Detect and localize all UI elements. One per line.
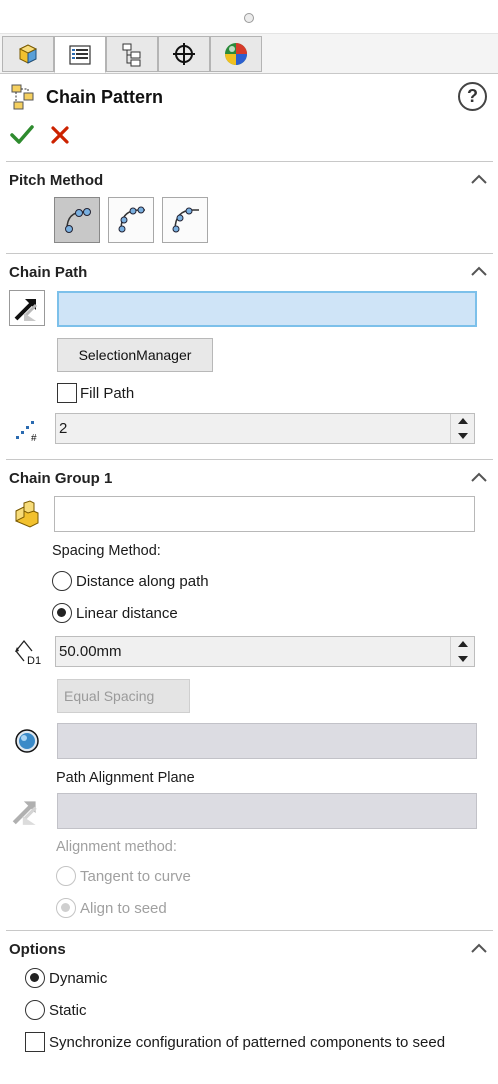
- pitch-method-linkage-button[interactable]: [108, 197, 154, 243]
- options-heading: Options: [9, 941, 66, 958]
- fill-path-label: Fill Path: [80, 385, 135, 402]
- linear-distance-label: Linear distance: [76, 605, 178, 622]
- cancel-button[interactable]: [50, 125, 70, 145]
- checkmark-icon: [10, 125, 34, 144]
- path-selection-toggle[interactable]: [9, 290, 45, 326]
- section-divider: [6, 459, 493, 460]
- ok-button[interactable]: [10, 124, 34, 146]
- spin-up-button[interactable]: [451, 414, 474, 429]
- spin-down-icon: [457, 655, 468, 662]
- distance-along-path-label: Distance along path: [76, 573, 209, 590]
- chain-pattern-icon: [10, 83, 38, 111]
- page-title: Chain Pattern: [46, 87, 164, 107]
- spin-down-button[interactable]: [451, 429, 474, 444]
- tab-displaymanager[interactable]: [210, 36, 262, 72]
- spin-up-icon: [457, 418, 468, 425]
- alignment-arrow-icon: [10, 795, 42, 827]
- spin-up-icon: [457, 641, 468, 648]
- selection-manager-button[interactable]: SelectionManager: [57, 338, 213, 372]
- equal-spacing-button[interactable]: Equal Spacing: [57, 679, 190, 713]
- chevron-up-icon: [471, 472, 487, 482]
- chain-connected-icon: [172, 207, 199, 233]
- tangent-to-curve-radio[interactable]: [56, 866, 76, 886]
- seed-selection-box[interactable]: [57, 723, 477, 759]
- close-icon: [51, 126, 69, 144]
- chain-pitch-icon: [65, 208, 91, 233]
- tab-configurationmanager[interactable]: [106, 36, 158, 72]
- alignment-plane-box[interactable]: [57, 793, 477, 829]
- sync-configuration-checkbox[interactable]: [25, 1032, 45, 1052]
- tab-propertymanager[interactable]: [54, 36, 106, 73]
- chevron-up-icon: [471, 174, 487, 184]
- instances-spinbox[interactable]: 2: [55, 413, 475, 444]
- section-divider: [6, 253, 493, 254]
- sync-configuration-label: Synchronize configuration of patterned c…: [49, 1034, 446, 1051]
- dynamic-radio[interactable]: [25, 968, 45, 988]
- pitch-method-heading: Pitch Method: [9, 172, 104, 189]
- distance-spinbox[interactable]: 50.00mm: [55, 636, 475, 667]
- pitch-method-distance-button[interactable]: [54, 197, 100, 243]
- help-button[interactable]: ?: [458, 82, 487, 111]
- distance-along-path-radio[interactable]: [52, 571, 72, 591]
- tangent-to-curve-label: Tangent to curve: [80, 868, 191, 885]
- linear-distance-radio[interactable]: [52, 603, 72, 623]
- distance-value: 50.00mm: [59, 643, 122, 660]
- chain-linkage-icon: [118, 206, 145, 233]
- configurationmanager-icon: [122, 43, 141, 67]
- tab-dimxpert[interactable]: [158, 36, 210, 72]
- collapse-options[interactable]: [469, 941, 489, 959]
- selection-arrow-icon: [14, 299, 38, 321]
- chain-group-heading: Chain Group 1: [9, 470, 113, 487]
- dimxpert-icon: [173, 43, 195, 65]
- chevron-up-icon: [471, 266, 487, 276]
- dynamic-label: Dynamic: [49, 970, 108, 987]
- fill-path-checkbox[interactable]: [57, 383, 77, 403]
- align-to-seed-label: Align to seed: [80, 900, 167, 917]
- chain-path-selection-box[interactable]: [57, 291, 477, 327]
- displaymanager-icon: [225, 43, 247, 65]
- component-icon: [12, 499, 42, 529]
- instances-icon: #: [12, 416, 42, 444]
- panel-grip-dot[interactable]: [244, 13, 254, 23]
- propertymanager-icon: [69, 44, 91, 65]
- collapse-pitch-method[interactable]: [469, 172, 489, 190]
- section-divider: [6, 930, 493, 931]
- spin-down-button[interactable]: [451, 652, 474, 667]
- help-icon: ?: [467, 86, 478, 106]
- svg-text:D1: D1: [27, 655, 41, 667]
- spin-down-icon: [457, 432, 468, 439]
- seed-point-icon: [13, 727, 41, 755]
- static-radio[interactable]: [25, 1000, 45, 1020]
- chain-path-heading: Chain Path: [9, 264, 88, 281]
- tab-featuremanager[interactable]: [2, 36, 54, 72]
- align-to-seed-radio[interactable]: [56, 898, 76, 918]
- section-divider: [6, 161, 493, 162]
- static-label: Static: [49, 1002, 87, 1019]
- collapse-chain-group[interactable]: [469, 470, 489, 488]
- spacing-method-label: Spacing Method:: [52, 543, 161, 559]
- instances-value: 2: [59, 420, 68, 437]
- chain-components-box[interactable]: [54, 496, 475, 532]
- alignment-method-label: Alignment method:: [56, 839, 177, 855]
- chevron-up-icon: [471, 943, 487, 953]
- spin-up-button[interactable]: [451, 637, 474, 652]
- featuremanager-icon: [18, 44, 38, 64]
- pitch-method-connected-button[interactable]: [162, 197, 208, 243]
- path-alignment-plane-label: Path Alignment Plane: [56, 770, 195, 786]
- svg-text:#: #: [31, 433, 37, 444]
- collapse-chain-path[interactable]: [469, 264, 489, 282]
- distance-dimension-icon: D1: [12, 637, 44, 667]
